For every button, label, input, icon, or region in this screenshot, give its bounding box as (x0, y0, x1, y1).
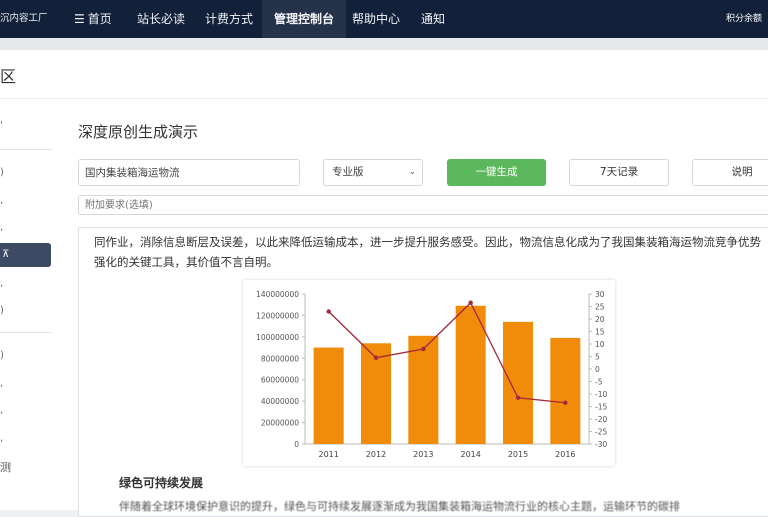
y-left-tick-label: 80000000 (261, 354, 299, 363)
y-right-tick-label: 0 (595, 365, 600, 374)
sidebar (0, 99, 52, 510)
y-right-tick-label: 25 (595, 303, 605, 312)
help-button[interactable]: 说明 (692, 159, 768, 186)
sidebar-item[interactable]: ) (0, 350, 4, 361)
x-tick-label: 2012 (366, 450, 386, 459)
sidebar-item[interactable]: ) (0, 305, 4, 316)
sidebar-item-active[interactable]: ⊼ (0, 243, 51, 267)
nav-home-label: 首页 (87, 12, 112, 26)
y-right-tick-label: -15 (595, 403, 607, 412)
nav-notifications[interactable]: 通知 (421, 0, 445, 38)
sidebar-divider (0, 149, 52, 150)
edition-select[interactable]: 专业版 ⌄ (323, 159, 423, 186)
records-button[interactable]: 7天记录 (569, 159, 669, 186)
x-tick-label: 2011 (318, 450, 338, 459)
panel-divider (0, 98, 768, 99)
y-right-tick-label: 10 (595, 340, 605, 349)
sidebar-item[interactable]: , (0, 378, 3, 389)
points-balance[interactable]: 积分余额 (726, 0, 762, 38)
nav-must-read[interactable]: 站长必读 (137, 0, 185, 38)
x-tick-label: 2015 (508, 450, 528, 459)
x-tick-label: 2014 (460, 450, 480, 459)
y-left-tick-label: 140000000 (256, 290, 299, 299)
y-right-tick-label: -30 (595, 440, 607, 449)
y-left-tick-label: 100000000 (256, 333, 299, 342)
article-paragraph: 同作业，消除信息断层及误差，以此来降低运输成本，进一步提升服务感受。因此，物流信… (94, 235, 761, 269)
sidebar-item[interactable]: , (0, 405, 3, 416)
top-nav: 沉内容工厂 ☰ 首页 站长必读 计费方式 管理控制台 帮助中心 通知 积分余额 (0, 0, 768, 38)
page-title: 深度原创生成演示 (78, 123, 199, 141)
bar (550, 337, 581, 444)
sidebar-item[interactable]: , (0, 278, 3, 289)
bar (455, 305, 486, 444)
y-left-tick-label: 120000000 (256, 311, 299, 320)
section-title: 区 (0, 67, 17, 86)
y-right-tick-label: -20 (595, 415, 607, 424)
y-right-tick-label: -25 (595, 428, 607, 437)
y-right-tick-label: 15 (595, 328, 605, 337)
line-point (468, 300, 473, 305)
y-right-tick-label: 20 (595, 315, 605, 324)
article-paragraph-2: 伴随着全球环境保护意识的提升，绿色与可持续发展逐渐成为我国集装箱海运物流行业的核… (119, 500, 680, 513)
sidebar-item[interactable]: , (0, 222, 3, 233)
nav-console[interactable]: 管理控制台 (262, 0, 347, 38)
line-point (421, 346, 426, 352)
extra-requirements-input[interactable] (78, 195, 768, 215)
sidebar-divider (0, 332, 52, 333)
nav-home[interactable]: ☰ 首页 (74, 0, 112, 38)
bar (503, 321, 533, 444)
nav-pricing[interactable]: 计费方式 (205, 0, 253, 38)
chart-svg: 0 20000000 40000000 60000000 80000000 1000000… (256, 290, 607, 459)
sidebar-item[interactable]: ' (0, 120, 3, 131)
line-point (326, 309, 331, 314)
y-left-tick-label: 40000000 (261, 397, 299, 406)
article-subheading: 绿色可持续发展 (119, 476, 204, 490)
y-right-tick-label: 30 (595, 290, 605, 299)
y-right-tick-label: -10 (595, 390, 607, 399)
line-point (563, 400, 568, 405)
sidebar-item[interactable]: ) (0, 167, 4, 178)
generate-button[interactable]: 一键生成 (447, 159, 546, 186)
y-left-tick-label: 0 (294, 440, 299, 449)
line-point (373, 355, 379, 360)
nav-help-center[interactable]: 帮助中心 (352, 0, 400, 38)
brand-logo[interactable]: 沉内容工厂 (0, 0, 62, 38)
line-point (515, 395, 521, 400)
nav-shadow-band (0, 38, 768, 50)
generated-article: 同作业，消除信息断层及误差，以此来降低运输成本，进一步提升服务感受。因此，物流信… (78, 227, 768, 517)
x-tick-label: 2016 (555, 450, 575, 459)
y-right-tick-label: 5 (595, 353, 600, 362)
bar (313, 347, 344, 444)
sidebar-item-test[interactable]: 测 (0, 459, 11, 475)
chevron-down-icon: ⌄ (408, 167, 416, 177)
sidebar-item[interactable]: , (0, 195, 3, 206)
y-left-tick-label: 20000000 (261, 419, 299, 428)
bar (408, 335, 439, 444)
x-tick-label: 2013 (413, 450, 433, 459)
combo-chart: 0 20000000 40000000 60000000 80000000 1000000… (243, 280, 615, 466)
edition-select-value: 专业版 (332, 166, 364, 178)
sidebar-item[interactable]: , (0, 433, 3, 444)
menu-icon: ☰ (74, 12, 85, 26)
topic-input[interactable] (78, 159, 300, 186)
y-right-tick-label: -5 (595, 378, 603, 387)
y-left-tick-label: 60000000 (261, 376, 299, 385)
